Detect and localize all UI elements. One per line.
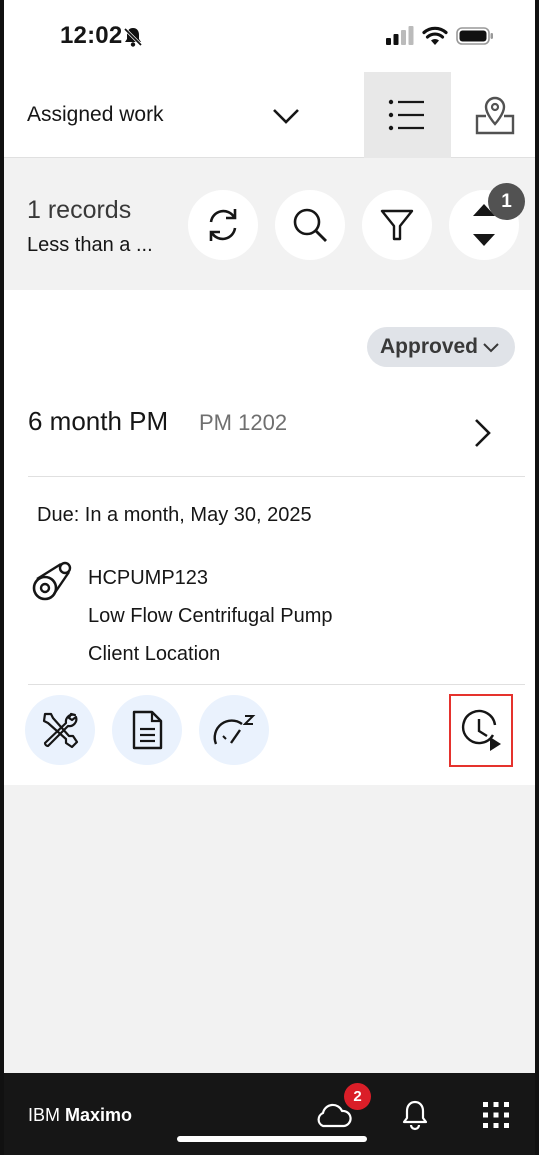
brand-prefix: IBM (28, 1105, 61, 1125)
battery-icon (456, 27, 493, 45)
sync-badge: 2 (344, 1083, 371, 1110)
asset-id: HCPUMP123 (88, 567, 209, 589)
meter-icon (213, 715, 256, 745)
notification-bell-icon[interactable] (401, 1099, 429, 1136)
filter-button[interactable] (362, 190, 432, 260)
status-label: Approved (380, 335, 479, 358)
home-indicator[interactable] (177, 1136, 367, 1142)
status-icons (386, 26, 494, 46)
sort-count-badge: 1 (488, 183, 525, 220)
bottom-navigation: IBM Maximo 2 (0, 1073, 539, 1155)
divider (28, 684, 525, 685)
list-toolbar: 1 records Less than a ... (0, 158, 539, 290)
app-grid-icon[interactable] (482, 1101, 510, 1134)
filter-icon (380, 209, 414, 241)
work-order-card[interactable]: Approved 6 month PM PM 1202 Due: In a mo… (0, 290, 539, 785)
search-icon (293, 208, 327, 242)
sync-status: Less than a ... (27, 234, 153, 256)
list-view-icon (388, 99, 424, 131)
bell-slash-icon (122, 26, 144, 53)
record-count: 1 records (27, 196, 132, 224)
signal-icon (386, 26, 414, 45)
divider (28, 476, 525, 477)
app-brand: IBM Maximo (28, 1105, 132, 1126)
brand-name: Maximo (65, 1105, 133, 1125)
list-view-button[interactable] (364, 72, 451, 158)
search-button[interactable] (275, 190, 345, 260)
asset-location: Client Location (88, 643, 221, 665)
document-icon (132, 710, 163, 750)
app-header: Assigned work (0, 72, 539, 158)
status-bar: 12:02 (0, 0, 539, 72)
status-badge[interactable]: Approved (367, 327, 515, 367)
asset-description: Low Flow Centrifugal Pump (88, 605, 333, 627)
meter-button[interactable] (199, 695, 269, 765)
refresh-button[interactable] (188, 190, 258, 260)
chevron-down-icon[interactable] (270, 100, 302, 137)
page-title[interactable]: Assigned work (27, 103, 164, 127)
work-order-title: 6 month PM (28, 406, 169, 436)
work-order-number: PM 1202 (199, 410, 288, 435)
document-button[interactable] (112, 695, 182, 765)
chevron-down-icon (483, 343, 499, 353)
status-time: 12:02 (60, 22, 123, 49)
asset-icon (31, 560, 73, 607)
wifi-icon (422, 26, 448, 45)
refresh-icon (209, 209, 237, 241)
tools-icon (42, 712, 79, 749)
timer-play-icon (461, 709, 501, 751)
map-pin-icon (475, 96, 515, 135)
start-timer-button[interactable] (449, 694, 513, 767)
due-date: Due: In a month, May 30, 2025 (37, 504, 312, 526)
cloud-icon[interactable] (314, 1101, 352, 1134)
chevron-right-icon[interactable] (470, 417, 494, 454)
tools-button[interactable] (25, 695, 95, 765)
map-view-button[interactable] (451, 72, 539, 158)
